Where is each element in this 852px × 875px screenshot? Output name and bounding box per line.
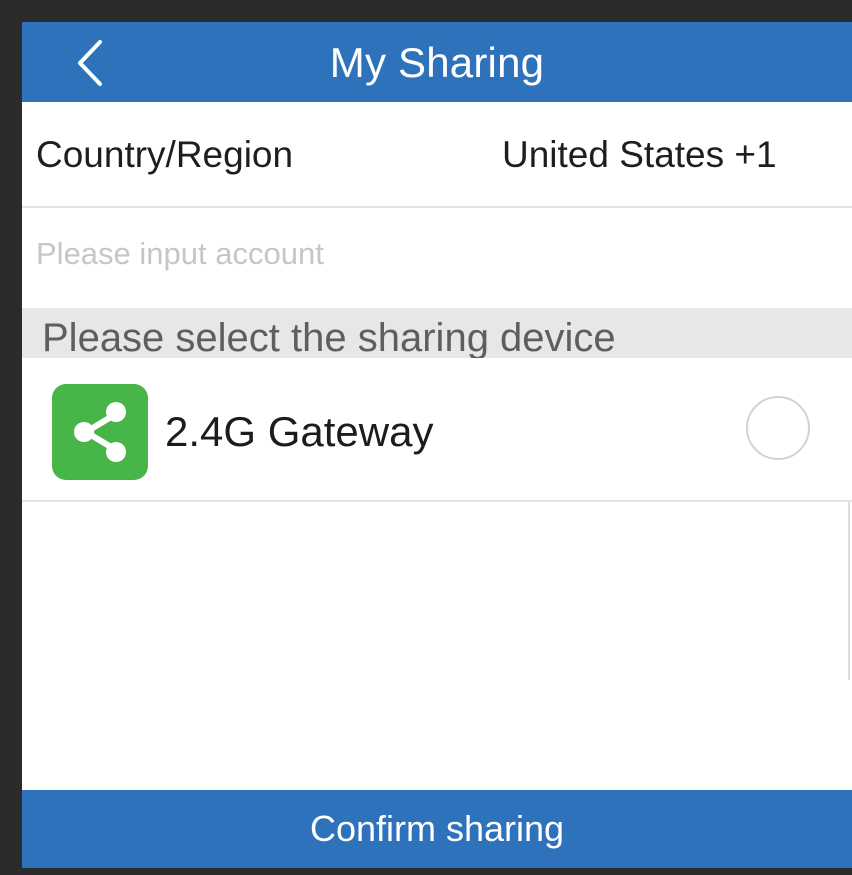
device-frame-left [0, 0, 22, 875]
device-frame-top [0, 0, 852, 22]
country-region-label: Country/Region [36, 134, 294, 175]
back-button[interactable] [70, 38, 116, 88]
share-icon [74, 402, 126, 462]
divider [848, 502, 850, 680]
device-section-title: Please select the sharing device [42, 316, 616, 358]
nav-header: My Sharing [22, 22, 852, 102]
account-row [22, 208, 852, 308]
page-title: My Sharing [329, 39, 545, 86]
device-frame-bottom [0, 868, 852, 875]
confirm-sharing-button[interactable]: Confirm sharing [22, 790, 852, 868]
device-name: 2.4G Gateway [165, 408, 434, 455]
device-icon-tile [52, 384, 148, 480]
account-input[interactable] [36, 208, 816, 300]
country-region-row[interactable]: Country/Region United States +1 [22, 102, 852, 208]
device-select-radio[interactable] [746, 396, 810, 460]
app-screen: My Sharing Country/Region United States … [22, 22, 852, 868]
country-region-value: United States +1 [502, 134, 777, 175]
chevron-left-icon [78, 40, 102, 86]
device-section-header: Please select the sharing device [22, 308, 852, 358]
device-list-item[interactable]: 2.4G Gateway [22, 358, 852, 502]
